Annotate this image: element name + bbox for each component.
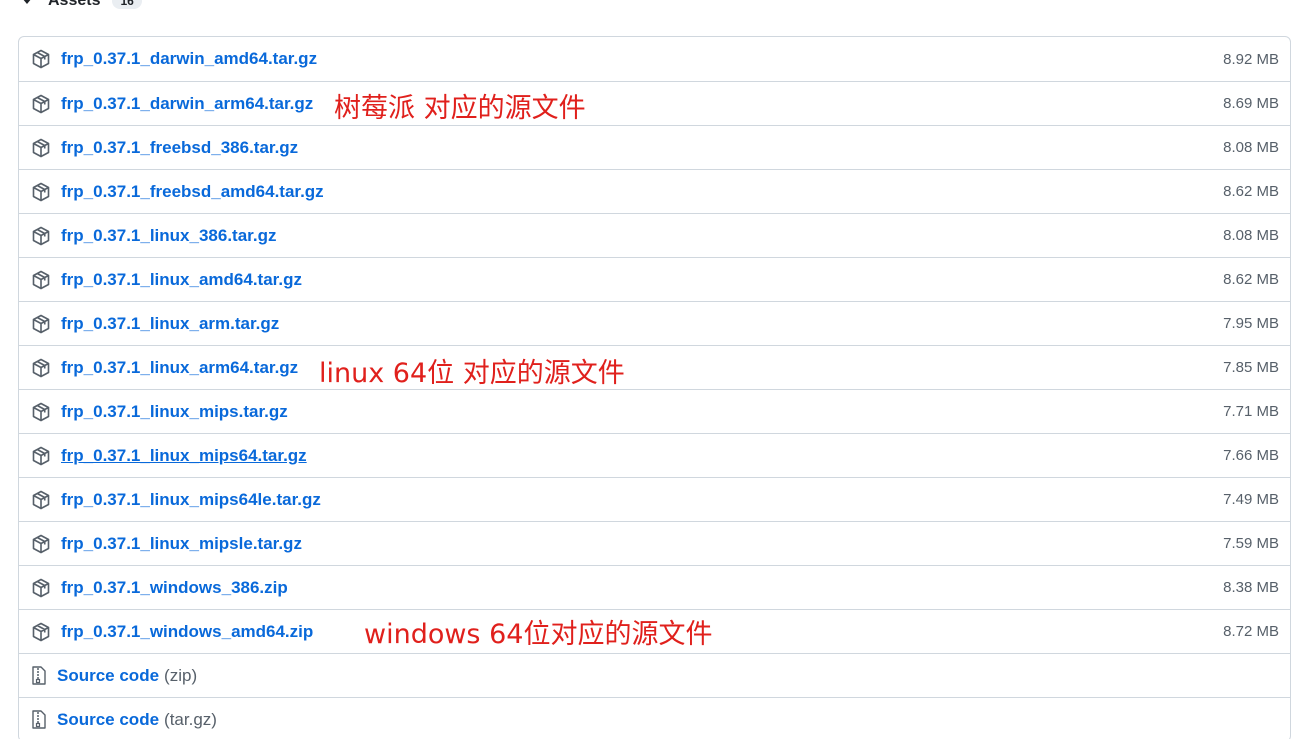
package-icon [31, 578, 51, 598]
asset-link[interactable]: frp_0.37.1_windows_386.zip [61, 578, 288, 598]
asset-size: 8.08 MB [1223, 139, 1279, 156]
asset-link[interactable]: frp_0.37.1_linux_mips.tar.gz [61, 402, 288, 422]
package-icon [31, 182, 51, 202]
package-icon [31, 314, 51, 334]
asset-link[interactable]: frp_0.37.1_linux_mips64le.tar.gz [61, 490, 321, 510]
asset-size: 7.66 MB [1223, 447, 1279, 464]
source-code-zip-link[interactable]: Source code (zip) [57, 666, 197, 686]
asset-link[interactable]: frp_0.37.1_linux_386.tar.gz [61, 226, 276, 246]
asset-row: frp_0.37.1_freebsd_386.tar.gz 8.08 MB [19, 125, 1290, 169]
asset-link[interactable]: frp_0.37.1_linux_arm.tar.gz [61, 314, 279, 334]
asset-link[interactable]: frp_0.37.1_linux_amd64.tar.gz [61, 270, 302, 290]
assets-header[interactable]: Assets 16 [22, 0, 142, 14]
package-icon [31, 446, 51, 466]
asset-row: frp_0.37.1_linux_mips64.tar.gz 7.66 MB [19, 433, 1290, 477]
source-code-row: Source code (tar.gz) [19, 697, 1290, 739]
asset-size: 8.92 MB [1223, 50, 1279, 68]
asset-size: 7.95 MB [1223, 315, 1279, 332]
release-assets-page: Assets 16 frp_0.37.1_darwin_amd64.tar.gz… [0, 0, 1303, 739]
asset-row: frp_0.37.1_linux_mips64le.tar.gz 7.49 MB [19, 477, 1290, 521]
file-zip-icon [31, 665, 47, 686]
asset-row: frp_0.37.1_darwin_arm64.tar.gz 8.69 MB [19, 81, 1290, 125]
asset-size: 8.38 MB [1223, 579, 1279, 596]
asset-link[interactable]: frp_0.37.1_freebsd_386.tar.gz [61, 138, 298, 158]
asset-row: frp_0.37.1_linux_mips.tar.gz 7.71 MB [19, 389, 1290, 433]
asset-size: 8.08 MB [1223, 227, 1279, 244]
asset-size: 8.62 MB [1223, 183, 1279, 200]
assets-count-badge: 16 [112, 0, 142, 9]
asset-size: 7.59 MB [1223, 535, 1279, 552]
asset-link[interactable]: frp_0.37.1_linux_mipsle.tar.gz [61, 534, 302, 554]
package-icon [31, 622, 51, 642]
asset-row: frp_0.37.1_linux_arm64.tar.gz 7.85 MB [19, 345, 1290, 389]
asset-row: frp_0.37.1_darwin_amd64.tar.gz 8.92 MB [19, 37, 1290, 81]
asset-size: 8.69 MB [1223, 95, 1279, 112]
source-code-suffix: (tar.gz) [164, 709, 217, 729]
asset-row: frp_0.37.1_linux_amd64.tar.gz 8.62 MB [19, 257, 1290, 301]
annotation-linux-64: linux 64位 对应的源文件 [319, 358, 625, 389]
source-code-suffix: (zip) [164, 665, 198, 685]
asset-row: frp_0.37.1_freebsd_amd64.tar.gz 8.62 MB [19, 169, 1290, 213]
asset-size: 8.72 MB [1223, 623, 1279, 640]
package-icon [31, 226, 51, 246]
source-code-row: Source code (zip) [19, 653, 1290, 697]
asset-link[interactable]: frp_0.37.1_linux_arm64.tar.gz [61, 358, 298, 378]
asset-size: 7.71 MB [1223, 403, 1279, 420]
annotation-raspberry-pi: 树莓派 对应的源文件 [334, 93, 586, 124]
package-icon [31, 358, 51, 378]
package-icon [31, 534, 51, 554]
asset-row: frp_0.37.1_windows_386.zip 8.38 MB [19, 565, 1290, 609]
asset-link[interactable]: frp_0.37.1_windows_amd64.zip [61, 622, 313, 642]
package-icon [31, 270, 51, 290]
asset-link[interactable]: frp_0.37.1_darwin_amd64.tar.gz [61, 49, 317, 69]
asset-link[interactable]: frp_0.37.1_linux_mips64.tar.gz [61, 446, 307, 466]
package-icon [31, 49, 51, 69]
asset-row: frp_0.37.1_linux_386.tar.gz 8.08 MB [19, 213, 1290, 257]
caret-down-icon[interactable] [22, 0, 32, 4]
source-code-label: Source code [57, 665, 160, 685]
annotation-windows-64: windows 64位对应的源文件 [364, 619, 713, 650]
package-icon [31, 94, 51, 114]
asset-link[interactable]: frp_0.37.1_freebsd_amd64.tar.gz [61, 182, 324, 202]
assets-title: Assets [48, 0, 101, 9]
asset-link[interactable]: frp_0.37.1_darwin_arm64.tar.gz [61, 94, 313, 114]
asset-size: 7.85 MB [1223, 359, 1279, 376]
source-code-targz-link[interactable]: Source code (tar.gz) [57, 710, 217, 730]
package-icon [31, 490, 51, 510]
package-icon [31, 402, 51, 422]
asset-row: frp_0.37.1_linux_arm.tar.gz 7.95 MB [19, 301, 1290, 345]
source-code-label: Source code [57, 709, 160, 729]
asset-row: frp_0.37.1_linux_mipsle.tar.gz 7.59 MB [19, 521, 1290, 565]
asset-size: 7.49 MB [1223, 491, 1279, 508]
package-icon [31, 138, 51, 158]
asset-size: 8.62 MB [1223, 271, 1279, 288]
file-zip-icon [31, 709, 47, 730]
